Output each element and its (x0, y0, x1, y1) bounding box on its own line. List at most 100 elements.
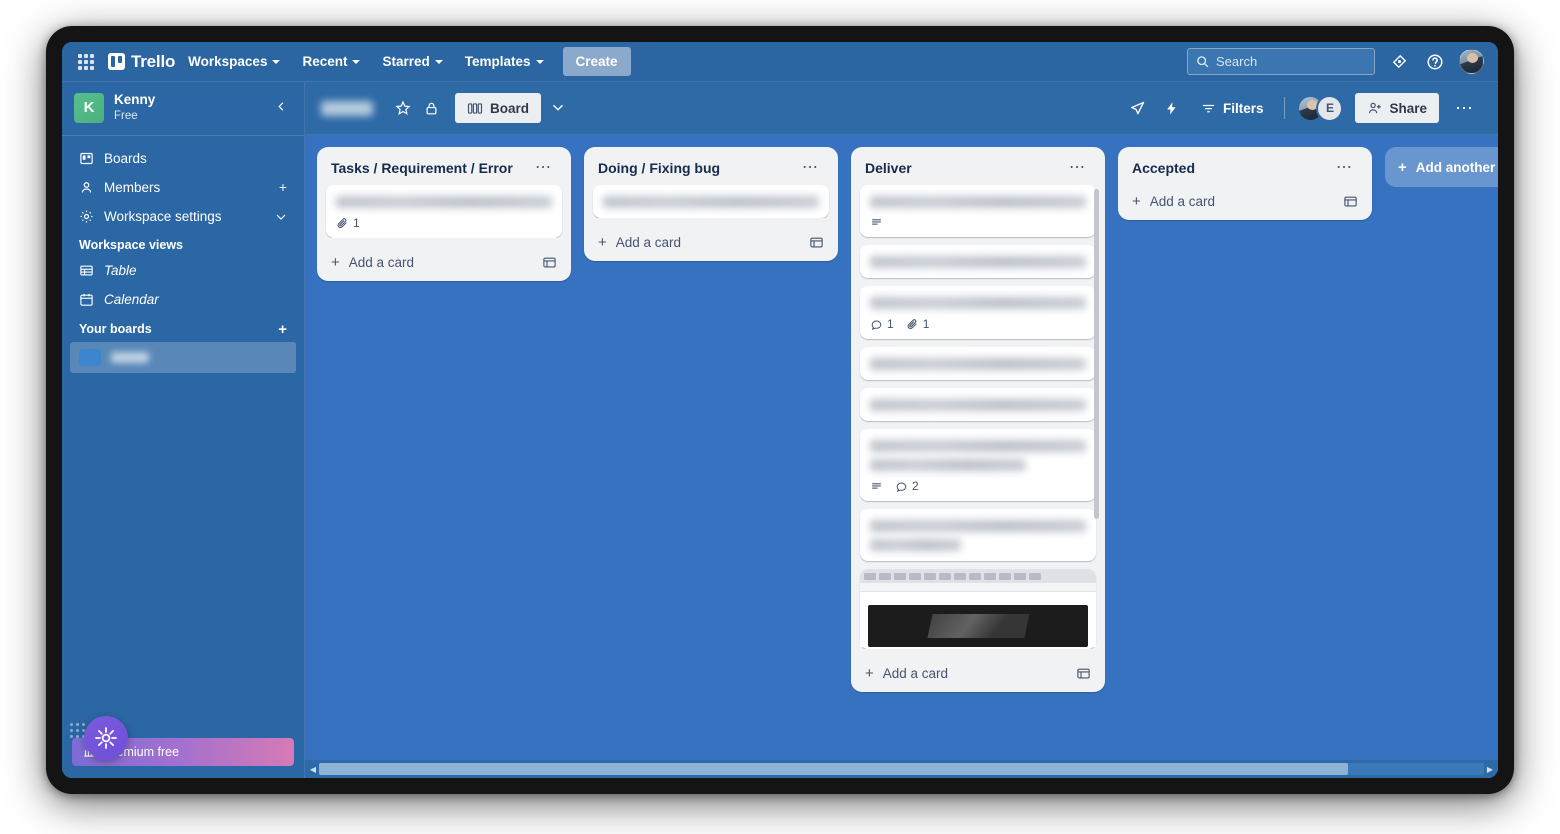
workspace-avatar: K (74, 92, 104, 123)
card[interactable] (860, 185, 1096, 237)
top-nav-right-group: Search (1187, 48, 1484, 75)
search-icon (1197, 56, 1209, 68)
list-actions-icon[interactable]: ⋯ (530, 160, 557, 176)
scrollbar-track[interactable] (319, 763, 1484, 775)
card[interactable] (860, 509, 1096, 561)
nav-recent[interactable]: Recent (293, 48, 369, 75)
card-template-icon[interactable] (809, 235, 824, 250)
board-canvas: Tasks / Requirement / Error ⋯ 1 + Add a … (305, 135, 1498, 778)
chevron-left-icon (278, 102, 284, 111)
list-title[interactable]: Accepted (1132, 160, 1331, 176)
chevron-down-icon (434, 59, 443, 64)
lock-icon[interactable] (417, 94, 445, 122)
add-card-button[interactable]: + Add a card (322, 246, 566, 273)
sidebar-main-nav: Boards Members + Workspace settings Work… (62, 136, 304, 342)
board-member-initial[interactable]: E (1316, 94, 1344, 122)
add-another-list-button[interactable]: + Add another list (1385, 147, 1498, 187)
device-frame: Trello Workspaces Recent Starred Templat… (46, 26, 1514, 794)
member-icon (81, 181, 92, 193)
card-title (870, 520, 1086, 532)
sidebar-item-members[interactable]: Members + (70, 173, 296, 202)
avatar[interactable] (1459, 49, 1484, 74)
nav-workspaces[interactable]: Workspaces (179, 48, 289, 75)
filters-button[interactable]: Filters (1192, 95, 1273, 122)
share-button[interactable]: Share (1355, 93, 1439, 123)
attachment-badge: 1 (336, 216, 360, 230)
sidebar-item-workspace-settings[interactable]: Workspace settings (70, 202, 296, 231)
add-card-label: Add a card (1149, 194, 1216, 209)
list-title[interactable]: Tasks / Requirement / Error (331, 160, 530, 176)
list-title[interactable]: Deliver (865, 160, 1064, 176)
card-template-icon[interactable] (1343, 194, 1358, 209)
card[interactable] (860, 347, 1096, 380)
sidebar-board-item-label (111, 351, 149, 363)
nav-starred[interactable]: Starred (373, 48, 451, 75)
comment-count: 2 (912, 479, 919, 493)
card-title (603, 196, 819, 208)
grid-apps-icon[interactable] (76, 52, 96, 72)
card-template-icon[interactable] (1076, 666, 1091, 681)
sidebar-collapse-button[interactable] (271, 98, 292, 118)
list-actions-icon[interactable]: ⋯ (797, 160, 824, 176)
list-actions-icon[interactable]: ⋯ (1331, 160, 1358, 176)
drag-handle-dots (70, 723, 85, 738)
sidebar-item-workspace-settings-label: Workspace settings (104, 208, 222, 224)
card-template-icon[interactable] (542, 255, 557, 270)
rocket-icon[interactable] (1124, 94, 1152, 122)
brand-name: Trello (131, 51, 176, 71)
cover-image-area (868, 605, 1088, 647)
board-more-menu-icon[interactable]: ⋯ (1447, 96, 1482, 121)
help-circle-icon[interactable] (1423, 50, 1447, 74)
header-divider (1284, 97, 1286, 119)
notification-bell-icon[interactable] (1387, 50, 1411, 74)
card-title (870, 440, 1086, 452)
list-deliver: Deliver ⋯ 1 1 2 + Add a card (851, 147, 1105, 692)
workspace-header[interactable]: K Kenny Free (62, 82, 304, 136)
add-member-button[interactable]: + (279, 180, 287, 194)
premium-star-icon[interactable] (84, 716, 128, 760)
sidebar-board-item[interactable] (70, 341, 296, 373)
chevron-down-icon[interactable] (275, 209, 287, 223)
list-scrollbar[interactable] (1094, 189, 1099, 519)
scrollbar-thumb[interactable] (319, 763, 1348, 775)
board-title[interactable] (321, 100, 373, 116)
add-card-button[interactable]: + Add a card (856, 657, 1100, 684)
create-button[interactable]: Create (562, 47, 631, 76)
add-card-button[interactable]: + Add a card (589, 226, 833, 253)
card-badges (870, 216, 1086, 229)
chevron-down-icon (272, 59, 281, 64)
lightning-bolt-icon[interactable] (1158, 94, 1186, 122)
sidebar-item-table[interactable]: Table (70, 256, 296, 285)
workspace-name: Kenny (114, 92, 156, 107)
filter-icon (1202, 104, 1215, 113)
board-horizontal-scrollbar[interactable]: ◀ ▶ (305, 760, 1498, 778)
list-actions-icon[interactable]: ⋯ (1064, 160, 1091, 176)
list-title[interactable]: Doing / Fixing bug (598, 160, 797, 176)
board-view-selector[interactable]: Board (455, 93, 542, 123)
description-badge (870, 216, 883, 229)
sidebar-item-calendar[interactable]: Calendar (70, 285, 296, 314)
card[interactable]: 2 (860, 429, 1096, 501)
search-input[interactable]: Search (1187, 48, 1375, 75)
card-with-cover[interactable] (860, 569, 1096, 649)
nav-templates[interactable]: Templates (456, 48, 553, 75)
cover-toolbar (860, 592, 1096, 601)
card[interactable] (860, 245, 1096, 278)
card[interactable]: 1 (326, 185, 562, 238)
workspace-sidebar: K Kenny Free Boards Members + Workspace … (62, 82, 305, 778)
scroll-right-arrow[interactable]: ▶ (1484, 765, 1496, 774)
star-icon[interactable] (389, 94, 417, 122)
scroll-left-arrow[interactable]: ◀ (307, 765, 319, 774)
card-title-line2 (870, 459, 1026, 471)
workspace-plan: Free (114, 109, 138, 122)
filters-label: Filters (1222, 100, 1264, 116)
board-view-chevron[interactable] (545, 97, 571, 119)
card[interactable] (860, 388, 1096, 421)
card[interactable] (593, 185, 829, 218)
sidebar-item-boards[interactable]: Boards (70, 144, 296, 173)
add-board-button[interactable]: + (278, 321, 287, 338)
card[interactable]: 1 1 (860, 286, 1096, 339)
add-card-button[interactable]: + Add a card (1123, 185, 1367, 212)
trello-logo[interactable]: Trello (108, 52, 175, 72)
card-title (336, 196, 552, 208)
